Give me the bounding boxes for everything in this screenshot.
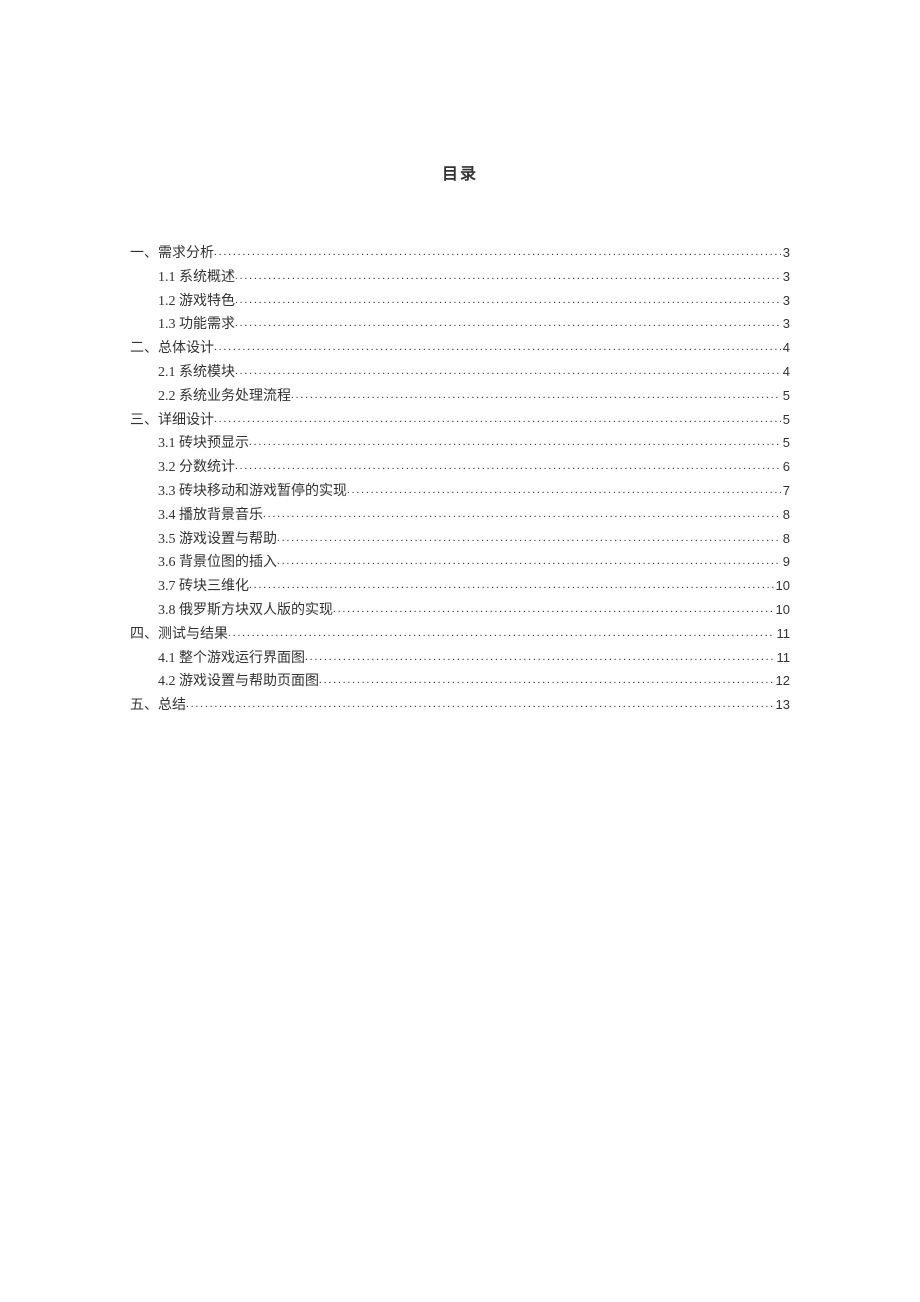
toc-leader-dots (214, 338, 781, 357)
toc-entry: 三、详细设计 5 (130, 409, 790, 433)
toc-entry-label: 3.2 分数统计 (158, 456, 235, 480)
toc-leader-dots (235, 457, 781, 476)
toc-entry: 1.1 系统概述 3 (130, 266, 790, 290)
document-page: 目录 一、需求分析31.1 系统概述31.2 游戏特色31.3 功能需求3二、总… (0, 0, 920, 1302)
toc-leader-dots (249, 433, 781, 452)
toc-entry: 2.1 系统模块 4 (130, 361, 790, 385)
toc-entry: 2.2 系统业务处理流程 5 (130, 385, 790, 409)
toc-entry: 3.6 背景位图的插入 9 (130, 551, 790, 575)
toc-leader-dots (214, 243, 781, 262)
toc-leader-dots (277, 552, 781, 571)
toc-entry: 3.3 砖块移动和游戏暂停的实现 7 (130, 480, 790, 504)
toc-entry-page: 13 (774, 694, 790, 716)
toc-entry-label: 2.2 系统业务处理流程 (158, 385, 291, 409)
toc-entry: 3.7 砖块三维化 10 (130, 575, 790, 599)
toc-title: 目录 (130, 160, 790, 184)
toc-entry-page: 4 (781, 337, 790, 359)
toc-list: 一、需求分析31.1 系统概述31.2 游戏特色31.3 功能需求3二、总体设计… (130, 242, 790, 718)
toc-entry: 4.1 整个游戏运行界面图 11 (130, 647, 790, 671)
toc-entry-label: 3.3 砖块移动和游戏暂停的实现 (158, 480, 347, 504)
toc-entry-page: 8 (781, 528, 790, 550)
toc-entry-label: 3.6 背景位图的插入 (158, 551, 277, 575)
toc-leader-dots (249, 576, 774, 595)
toc-entry-label: 3.5 游戏设置与帮助 (158, 528, 277, 552)
toc-entry-page: 11 (775, 647, 791, 669)
toc-entry-page: 8 (781, 504, 790, 526)
toc-entry-page: 3 (781, 313, 790, 335)
toc-entry-label: 五、总结 (130, 694, 186, 718)
toc-entry-page: 12 (774, 670, 790, 692)
toc-leader-dots (186, 695, 774, 714)
toc-leader-dots (277, 529, 781, 548)
toc-entry: 1.3 功能需求 3 (130, 313, 790, 337)
toc-entry-label: 一、需求分析 (130, 242, 214, 266)
toc-leader-dots (263, 505, 781, 524)
toc-entry-label: 3.4 播放背景音乐 (158, 504, 263, 528)
toc-leader-dots (319, 671, 774, 690)
toc-entry-page: 5 (781, 385, 790, 407)
toc-entry: 4.2 游戏设置与帮助页面图 12 (130, 670, 790, 694)
toc-entry-page: 9 (781, 551, 790, 573)
toc-entry-page: 5 (781, 409, 790, 431)
toc-entry-page: 6 (781, 456, 790, 478)
toc-entry: 3.5 游戏设置与帮助 8 (130, 528, 790, 552)
toc-leader-dots (235, 314, 781, 333)
toc-entry-page: 7 (781, 480, 790, 502)
toc-leader-dots (235, 291, 781, 310)
toc-leader-dots (228, 624, 775, 643)
toc-entry: 3.4 播放背景音乐 8 (130, 504, 790, 528)
toc-entry-label: 3.8 俄罗斯方块双人版的实现 (158, 599, 333, 623)
toc-entry: 二、总体设计 4 (130, 337, 790, 361)
toc-entry: 3.1 砖块预显示 5 (130, 432, 790, 456)
toc-entry: 3.8 俄罗斯方块双人版的实现 10 (130, 599, 790, 623)
toc-entry-label: 3.7 砖块三维化 (158, 575, 249, 599)
toc-entry-label: 四、测试与结果 (130, 623, 228, 647)
toc-entry: 五、总结 13 (130, 694, 790, 718)
toc-entry-label: 三、详细设计 (130, 409, 214, 433)
toc-entry-label: 3.1 砖块预显示 (158, 432, 249, 456)
toc-entry-label: 4.2 游戏设置与帮助页面图 (158, 670, 319, 694)
toc-entry: 四、测试与结果 11 (130, 623, 790, 647)
toc-leader-dots (235, 362, 781, 381)
toc-entry-page: 3 (781, 266, 790, 288)
toc-entry-page: 4 (781, 361, 790, 383)
toc-entry-page: 3 (781, 242, 790, 264)
toc-entry-label: 1.2 游戏特色 (158, 290, 235, 314)
toc-entry-page: 5 (781, 432, 790, 454)
toc-entry-page: 3 (781, 290, 790, 312)
toc-leader-dots (214, 410, 781, 429)
toc-entry-label: 2.1 系统模块 (158, 361, 235, 385)
toc-entry: 一、需求分析 3 (130, 242, 790, 266)
toc-entry-label: 4.1 整个游戏运行界面图 (158, 647, 305, 671)
toc-entry-label: 二、总体设计 (130, 337, 214, 361)
toc-entry-label: 1.1 系统概述 (158, 266, 235, 290)
toc-entry-page: 10 (774, 575, 790, 597)
toc-leader-dots (291, 386, 781, 405)
toc-entry-page: 11 (775, 623, 791, 645)
toc-entry: 3.2 分数统计 6 (130, 456, 790, 480)
toc-leader-dots (347, 481, 781, 500)
toc-entry-page: 10 (774, 599, 790, 621)
toc-leader-dots (333, 600, 774, 619)
toc-entry: 1.2 游戏特色 3 (130, 290, 790, 314)
toc-leader-dots (235, 267, 781, 286)
toc-leader-dots (305, 648, 775, 667)
toc-entry-label: 1.3 功能需求 (158, 313, 235, 337)
